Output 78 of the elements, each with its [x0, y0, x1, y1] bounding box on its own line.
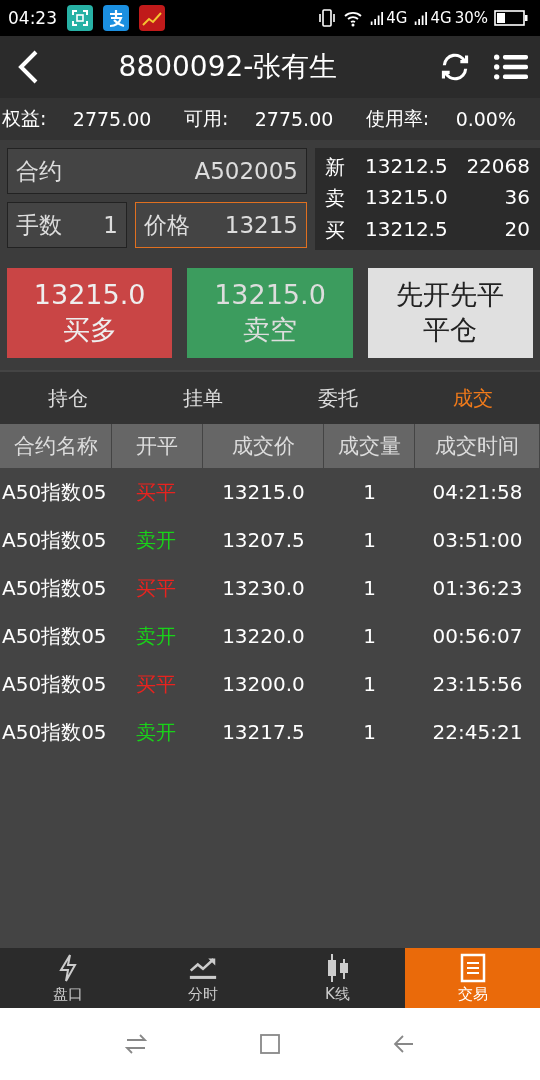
column-header: 开平: [112, 424, 203, 468]
network-type: 4G: [430, 9, 452, 27]
table-cell-text: 1: [362, 528, 377, 552]
account-value: 0.00%: [455, 108, 516, 130]
table-cell-text: A50指数05: [1, 670, 108, 698]
table-cell-text: 13215.0: [221, 480, 306, 504]
table-cell-text: 13220.0: [221, 624, 306, 648]
table-cell-text: A50指数05: [1, 622, 108, 650]
column-header: 成交时间: [415, 424, 540, 468]
column-header: 合约名称: [0, 424, 112, 468]
table-cell-text: 1: [362, 672, 377, 696]
table-cell-text: 1: [362, 624, 377, 648]
nav-tab[interactable]: 盘口: [0, 948, 135, 1008]
quote-price: 13212.5: [365, 216, 449, 243]
lots-field[interactable]: 手数 1: [7, 202, 127, 248]
table-cell-text: 买平: [135, 670, 177, 698]
table-cell-text: 03:51:00: [431, 528, 524, 552]
quote-price: 13215.0: [365, 185, 449, 212]
quote-price: 13212.5: [365, 154, 449, 181]
nav-tab[interactable]: K线: [270, 948, 405, 1008]
scan-app-icon: [67, 5, 93, 31]
signal-icon: [413, 11, 428, 25]
table-cell-text: 01:36:23: [431, 576, 524, 600]
price-field[interactable]: 价格 13215: [135, 202, 307, 248]
quote-label: 卖: [325, 185, 346, 213]
quote-label: 买: [325, 216, 346, 244]
account-value: 2775.00: [72, 108, 152, 130]
table-cell-text: 00:56:07: [431, 624, 524, 648]
network-type: 4G: [386, 9, 408, 27]
status-time: 04:23: [8, 8, 57, 28]
tab[interactable]: 持仓: [0, 372, 135, 424]
account-value: 2775.00: [254, 108, 334, 130]
table-cell-text: 1: [362, 720, 377, 744]
table-cell-text: 23:15:56: [431, 672, 524, 696]
quote-label: 新: [325, 154, 346, 182]
account-label: 权益:: [2, 106, 47, 131]
header-title: 8800092-张有生: [117, 49, 339, 85]
tab[interactable]: 成交: [405, 372, 540, 424]
table-cell-text: 卖开: [135, 622, 177, 650]
signal-icon: [369, 11, 384, 25]
table-cell-text: 13207.5: [221, 528, 306, 552]
table-cell-text: 1: [362, 480, 377, 504]
quote-volume: 22068: [466, 154, 530, 181]
close-position-button[interactable]: 先开先平 平仓: [367, 268, 533, 358]
column-header: 成交价: [203, 424, 324, 468]
table-cell-text: A50指数05: [1, 478, 108, 506]
tab[interactable]: 委托: [270, 372, 405, 424]
table-cell-text: 22:45:21: [431, 720, 524, 744]
column-header: 成交量: [324, 424, 415, 468]
table-cell-text: A50指数05: [1, 526, 108, 554]
battery-percent: 30%: [454, 9, 488, 27]
home-square-icon[interactable]: [258, 1032, 282, 1056]
table-cell-text: 13217.5: [221, 720, 306, 744]
table-cell-text: 13230.0: [221, 576, 306, 600]
account-label: 使用率:: [365, 106, 430, 131]
table-cell-text: 1: [362, 576, 377, 600]
nav-tab[interactable]: 分时: [135, 948, 270, 1008]
switch-apps-icon[interactable]: [124, 1032, 148, 1056]
finance-app-icon: [139, 5, 165, 31]
payment-app-icon: [103, 5, 129, 31]
quote-volume: 36: [504, 185, 530, 212]
contract-field[interactable]: 合约 A502005: [7, 148, 307, 194]
table-cell-text: A50指数05: [1, 574, 108, 602]
buy-long-button[interactable]: 13215.0 买多: [7, 268, 173, 358]
table-cell-text: 04:21:58: [431, 480, 524, 504]
quote-volume: 20: [504, 216, 530, 243]
table-cell-text: 卖开: [135, 718, 177, 746]
table-cell-text: A50指数05: [1, 718, 108, 746]
tab[interactable]: 挂单: [135, 372, 270, 424]
back-icon[interactable]: [16, 49, 40, 85]
vibrate-icon: [317, 8, 338, 28]
table-cell-text: 卖开: [135, 526, 177, 554]
account-label: 可用:: [183, 106, 229, 131]
document-icon: [458, 952, 487, 983]
battery-icon: [494, 10, 528, 26]
table-cell-text: 买平: [135, 478, 177, 506]
table-cell-text: 买平: [135, 574, 177, 602]
table-cell-text: 13200.0: [221, 672, 306, 696]
